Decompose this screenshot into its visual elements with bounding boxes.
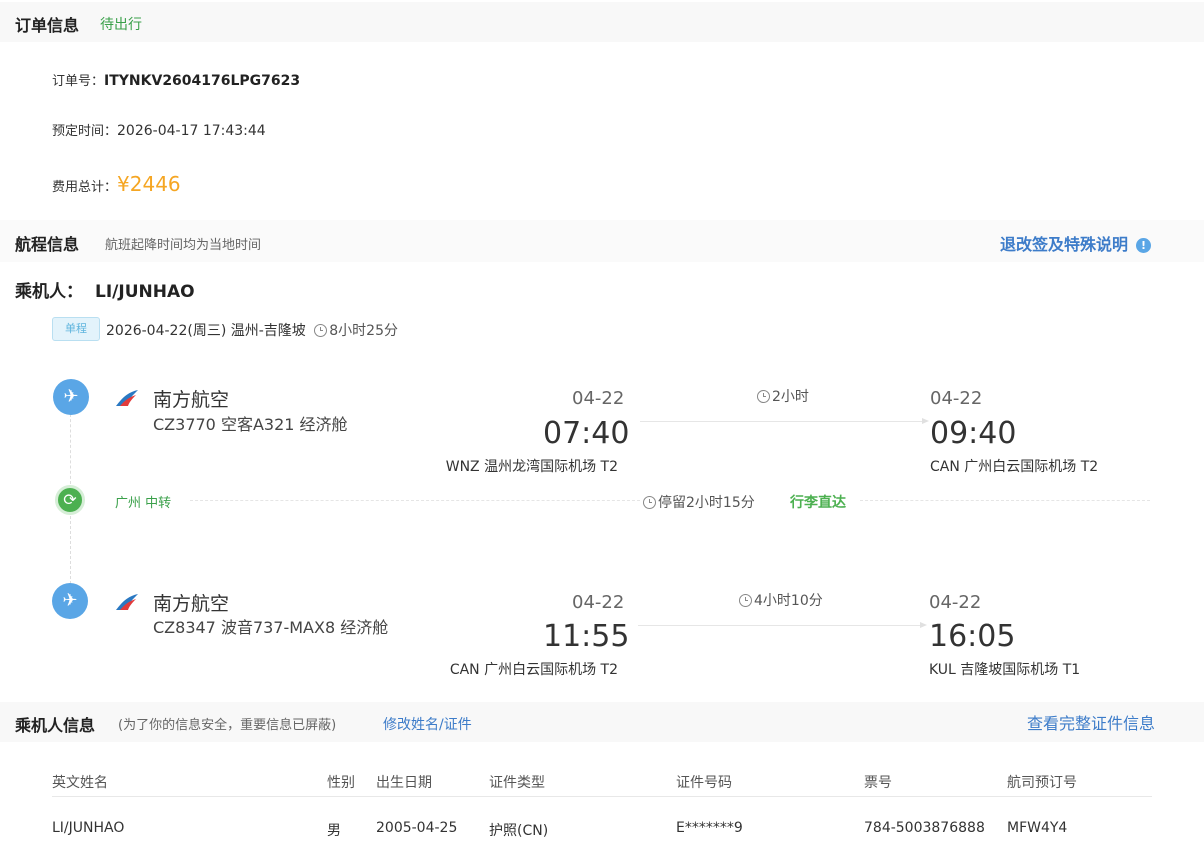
segment-1-flight: CZ3770 空客A321 经济舱 bbox=[153, 415, 348, 434]
segment-1-arr-date: 04-22 bbox=[930, 388, 983, 409]
order-status: 待出行 bbox=[100, 17, 142, 33]
passenger-label: 乘机人： bbox=[15, 282, 83, 302]
segment-1-route-line bbox=[640, 421, 924, 422]
segment-1-arr-time: 09:40 bbox=[930, 416, 1017, 451]
segment-2-arr-date: 04-22 bbox=[929, 592, 982, 613]
segment-2-duration-group: 4小时10分 bbox=[739, 590, 823, 610]
clock-icon bbox=[643, 496, 656, 509]
trip-duration-group: 8小时25分 bbox=[314, 323, 398, 339]
col-header-gender: 性别 bbox=[327, 775, 355, 791]
clock-icon bbox=[739, 594, 752, 607]
segment-1-arr-airport: CAN 广州白云国际机场 T2 bbox=[930, 459, 1099, 475]
segment-2-duration: 4小时10分 bbox=[754, 593, 823, 609]
order-section-header bbox=[0, 2, 1204, 42]
rules-link[interactable]: 退改签及特殊说明! bbox=[1000, 231, 1152, 255]
segment-1-duration-group: 2小时 bbox=[757, 386, 809, 406]
cell-ticket-no: 784-5003876888 bbox=[864, 820, 985, 836]
col-header-birthdate: 出生日期 bbox=[376, 775, 432, 791]
order-section-title: 订单信息 bbox=[15, 16, 80, 35]
col-header-id-number: 证件号码 bbox=[676, 775, 732, 791]
china-southern-logo-icon bbox=[116, 594, 138, 610]
edit-name-link[interactable]: 修改姓名/证件 bbox=[383, 714, 472, 734]
order-number: ITYNKV2604176LPG7623 bbox=[104, 73, 301, 89]
col-header-ticket-no: 票号 bbox=[864, 775, 892, 791]
arrow-right-icon bbox=[920, 622, 927, 628]
passenger-name: LI/JUNHAO bbox=[95, 282, 195, 302]
view-full-id-link[interactable]: 查看完整证件信息 bbox=[1027, 710, 1155, 734]
passenger-header: 乘机人： LI/JUNHAO bbox=[15, 277, 195, 302]
segment-1-dep-time: 07:40 bbox=[543, 416, 630, 451]
cell-pnr: MFW4Y4 bbox=[1007, 820, 1068, 836]
table-divider bbox=[52, 796, 1152, 797]
segment-1-dep-airport: WNZ 温州龙湾国际机场 T2 bbox=[445, 459, 618, 475]
baggage-through: 行李直达 bbox=[790, 495, 846, 511]
passenger-privacy-note: (为了你的信息安全，重要信息已屏蔽) bbox=[118, 718, 337, 733]
transfer-cycle-icon: ⟳ bbox=[55, 485, 85, 515]
segment-2-arr-airport: KUL 吉隆坡国际机场 T1 bbox=[929, 662, 1081, 678]
segment-1-airline: 南方航空 bbox=[153, 389, 230, 411]
transfer-city: 广州 中转 bbox=[115, 496, 172, 511]
trip-summary: 2026-04-22(周三) 温州-吉隆坡 bbox=[106, 323, 306, 339]
trip-type-tag: 单程 bbox=[52, 317, 100, 341]
rules-link-label[interactable]: 退改签及特殊说明 bbox=[1000, 235, 1128, 254]
total-label: 费用总计： bbox=[52, 180, 118, 195]
col-header-pnr: 航司预订号 bbox=[1007, 775, 1077, 791]
col-header-id-type: 证件类型 bbox=[489, 775, 545, 791]
cell-birthdate: 2005-04-25 bbox=[376, 820, 458, 836]
transfer-divider-left bbox=[190, 500, 640, 501]
booking-time-label: 预定时间： bbox=[52, 124, 118, 139]
clock-icon bbox=[757, 390, 770, 403]
arrow-right-icon bbox=[922, 418, 929, 424]
segment-2-route-line bbox=[638, 625, 922, 626]
cell-name: LI/JUNHAO bbox=[52, 820, 125, 836]
total-price: ¥2446 bbox=[117, 172, 181, 196]
segment-2-airline: 南方航空 bbox=[153, 593, 230, 615]
transfer-stay-group: 停留2小时15分 bbox=[641, 492, 757, 512]
segment-2-dep-date: 04-22 bbox=[572, 592, 625, 613]
itinerary-note: 航班起降时间均为当地时间 bbox=[105, 238, 262, 253]
itinerary-section-title: 航程信息 bbox=[15, 235, 80, 254]
cell-id-number: E*******9 bbox=[676, 820, 743, 836]
segment-2-flight: CZ8347 波音737-MAX8 经济舱 bbox=[153, 618, 389, 637]
transfer-divider-right bbox=[860, 500, 1150, 501]
segment-2-dep-time: 11:55 bbox=[543, 619, 630, 654]
order-number-row: 订单号：ITYNKV2604176LPG7623 bbox=[52, 70, 300, 89]
segment-2-arr-time: 16:05 bbox=[929, 619, 1016, 654]
trip-summary-row: 2026-04-22(周三) 温州-吉隆坡 8小时25分 bbox=[106, 320, 398, 340]
booking-time-row: 预定时间：2026-04-17 17:43:44 bbox=[52, 120, 266, 139]
plane-takeoff-icon: ✈ bbox=[53, 379, 89, 415]
col-header-name: 英文姓名 bbox=[52, 775, 108, 791]
segment-1-dep-date: 04-22 bbox=[572, 388, 625, 409]
timeline-connector bbox=[70, 414, 71, 484]
cell-gender: 男 bbox=[327, 823, 341, 839]
plane-takeoff-icon: ✈ bbox=[52, 583, 88, 619]
order-number-label: 订单号： bbox=[52, 74, 105, 89]
transfer-stay: 停留2小时15分 bbox=[658, 495, 755, 511]
cell-id-type: 护照(CN) bbox=[489, 823, 549, 839]
clock-icon bbox=[314, 324, 328, 337]
segment-2-dep-airport: CAN 广州白云国际机场 T2 bbox=[449, 662, 618, 678]
booking-time: 2026-04-17 17:43:44 bbox=[117, 123, 266, 139]
passenger-section-title: 乘机人信息 bbox=[15, 716, 96, 735]
china-southern-logo-icon bbox=[116, 390, 138, 406]
trip-duration: 8小时25分 bbox=[329, 323, 398, 339]
timeline-connector bbox=[70, 516, 71, 584]
segment-1-duration: 2小时 bbox=[772, 389, 809, 405]
info-icon[interactable]: ! bbox=[1136, 238, 1152, 253]
total-row: 费用总计：¥2446 bbox=[52, 172, 181, 196]
